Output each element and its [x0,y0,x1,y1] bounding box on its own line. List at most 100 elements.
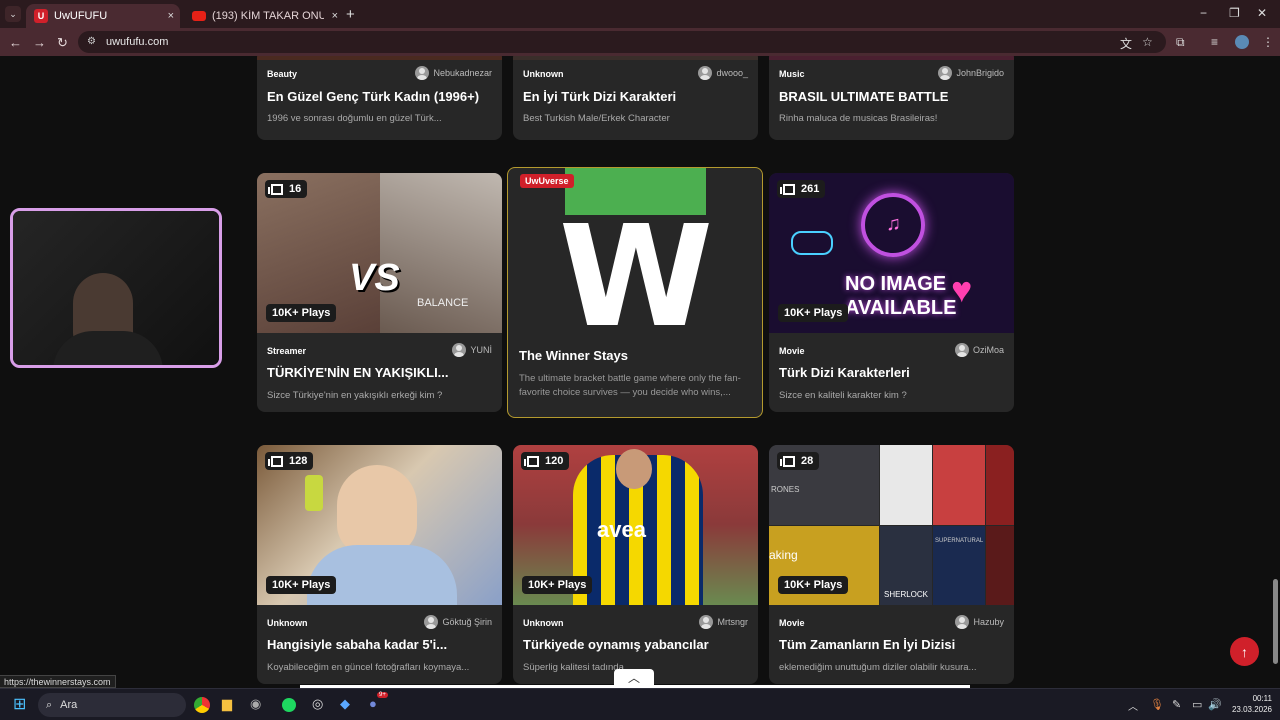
card-category: Unknown [267,618,308,628]
quiz-card[interactable]: VS BALANCE 16 10K+ Plays Streamer YUNİ T… [257,173,502,412]
forward-icon[interactable]: → [33,35,46,50]
reading-list-icon[interactable]: ≡ [1211,35,1218,49]
plays-badge: 10K+ Plays [266,576,337,594]
arrow-up-icon: ↑ [1241,643,1248,660]
card-thumbnail [769,56,1014,60]
address-bar[interactable]: ⚙ uwufufu.com [78,31,1166,53]
extensions-icon[interactable]: ⧉ [1176,35,1185,50]
card-title: Hangisiyle sabaha kadar 5'i... [267,637,448,652]
card-category: Movie [779,346,805,356]
card-author[interactable]: Nebukadnezar [415,66,492,80]
pen-icon[interactable]: ✎ [1172,698,1181,711]
taskbar-clock[interactable]: 00:11 23.03.2026 [1232,693,1272,715]
maximize-icon[interactable]: ❐ [1229,6,1240,20]
user-icon [955,615,970,629]
card-title: BRASIL ULTIMATE BATTLE [779,89,949,104]
thumbnail-dress [307,545,457,605]
author-name: dwooo_ [716,68,748,78]
star-icon[interactable]: ☆ [1142,35,1153,49]
author-name: Mrtsngr [717,617,748,627]
user-icon [698,66,713,80]
featured-description: The ultimate bracket battle game where o… [519,372,741,400]
poster-text: RONES [771,485,800,494]
close-window-icon[interactable]: ✕ [1257,6,1267,20]
network-icon[interactable]: ▭ [1192,698,1202,711]
user-icon [415,66,430,80]
windows-start-icon[interactable]: ⊞ [13,694,26,714]
plays-badge: 10K+ Plays [522,576,593,594]
card-author[interactable]: OziMoa [954,343,1004,357]
spotify-icon[interactable] [282,698,296,712]
youtube-favicon-icon [192,11,206,21]
featured-desc-line: The ultimate bracket battle game where o… [519,373,741,384]
item-count: 120 [545,455,564,467]
featured-title: The Winner Stays [519,348,628,363]
quiz-card[interactable]: 128 10K+ Plays Unknown Göktuğ Şirin Hang… [257,445,502,684]
steam-icon[interactable]: ◉ [250,696,261,712]
quiz-card[interactable]: RONES aking SHERLOCK SUPERNATURAL 28 10K… [769,445,1014,684]
card-description: Rinha maluca de musicas Brasileiras! [779,113,938,124]
back-icon[interactable]: ← [9,35,22,50]
thumbnail-person [337,465,417,555]
tab-list-icon[interactable]: ⌄ [5,6,21,22]
quiz-card[interactable]: Beauty Nebukadnezar En Güzel Genç Türk K… [257,56,502,140]
reload-icon[interactable]: ↻ [57,35,68,51]
app-icon[interactable]: ◆ [340,696,350,712]
browser-toolbar: ← → ↻ ⚙ uwufufu.com 文 ☆ ⧉ ≡ ⋮ [0,28,1280,56]
chevron-up-icon[interactable]: ︿ [1128,698,1138,713]
card-author[interactable]: JohnBrigido [938,66,1004,80]
quiz-card[interactable]: avea 120 10K+ Plays Unknown Mrtsngr Türk… [513,445,758,684]
author-name: YUNİ [470,345,492,355]
card-author[interactable]: Hazuby [955,615,1004,629]
card-author[interactable]: dwooo_ [698,66,748,80]
item-count-badge: 261 [777,180,826,198]
tab-title: UwUFUFU [54,10,108,22]
app-icon[interactable]: ◎ [312,696,323,712]
tab-close-icon[interactable]: × [332,10,338,22]
featured-card[interactable]: W UwUverse The Winner Stays The ultimate… [507,167,763,418]
scroll-top-button[interactable]: ↑ [1230,637,1259,666]
scrollbar-thumb[interactable] [1273,579,1278,664]
tab-title: (193) KİM TAKAR ONU BUNİ ŞA [212,10,324,22]
page-scrollbar[interactable] [1272,114,1278,688]
tab-close-icon[interactable]: × [168,10,174,22]
no-image-text: NO IMAGE [845,273,947,295]
search-icon: ⌕ [46,698,53,711]
thumbnail-player-head [616,449,652,489]
quiz-card[interactable]: Music JohnBrigido BRASIL ULTIMATE BATTLE… [769,56,1014,140]
poster-sherlock: SHERLOCK [880,526,932,605]
speaker-icon[interactable]: 🔊 [1208,698,1222,711]
poster-stranger [986,445,1014,525]
card-description: Best Turkish Male/Erkek Character [523,113,670,124]
item-count-badge: 120 [521,452,570,470]
card-category: Music [779,69,805,79]
item-count-badge: 16 [265,180,308,198]
browser-tab-uwufufu[interactable]: U UwUFUFU × [26,4,180,28]
browser-tab-youtube[interactable]: (193) KİM TAKAR ONU BUNİ ŞA × [184,4,344,28]
minimize-icon[interactable]: − [1200,6,1207,20]
item-count: 128 [289,455,308,467]
new-tab-button[interactable]: + [346,6,355,23]
no-image-text: AVAILABLE [845,297,957,319]
browser-tab-strip: ⌄ U UwUFUFU × (193) KİM TAKAR ONU BUNİ Ş… [0,0,1280,28]
card-author[interactable]: Göktuğ Şirin [424,615,492,629]
file-explorer-icon[interactable]: ▆ [222,696,232,712]
card-description: eklemediğim unuttuğum diziler olabilir k… [779,662,977,673]
microphone-icon[interactable]: 🎙 [1150,698,1164,711]
count-icon [780,455,795,467]
card-author[interactable]: Mrtsngr [699,615,748,629]
shirt-text: BALANCE [417,297,469,309]
profile-icon[interactable] [1235,35,1249,49]
discord-icon[interactable]: ● 9+ [369,692,388,711]
quiz-card[interactable]: ♫ NO IMAGE AVAILABLE ♥ 261 10K+ Plays Mo… [769,173,1014,412]
chrome-icon[interactable] [194,697,210,713]
thumbnail-can [305,475,323,511]
menu-icon[interactable]: ⋮ [1262,35,1274,49]
card-author[interactable]: YUNİ [452,343,492,357]
site-info-icon[interactable]: ⚙ [87,36,96,47]
user-icon [424,615,439,629]
taskbar-search[interactable]: ⌕ Ara [38,693,186,717]
translate-icon[interactable]: 文 [1120,35,1132,52]
quiz-card[interactable]: Unknown dwooo_ En İyi Türk Dizi Karakter… [513,56,758,140]
author-name: Göktuğ Şirin [442,617,492,627]
